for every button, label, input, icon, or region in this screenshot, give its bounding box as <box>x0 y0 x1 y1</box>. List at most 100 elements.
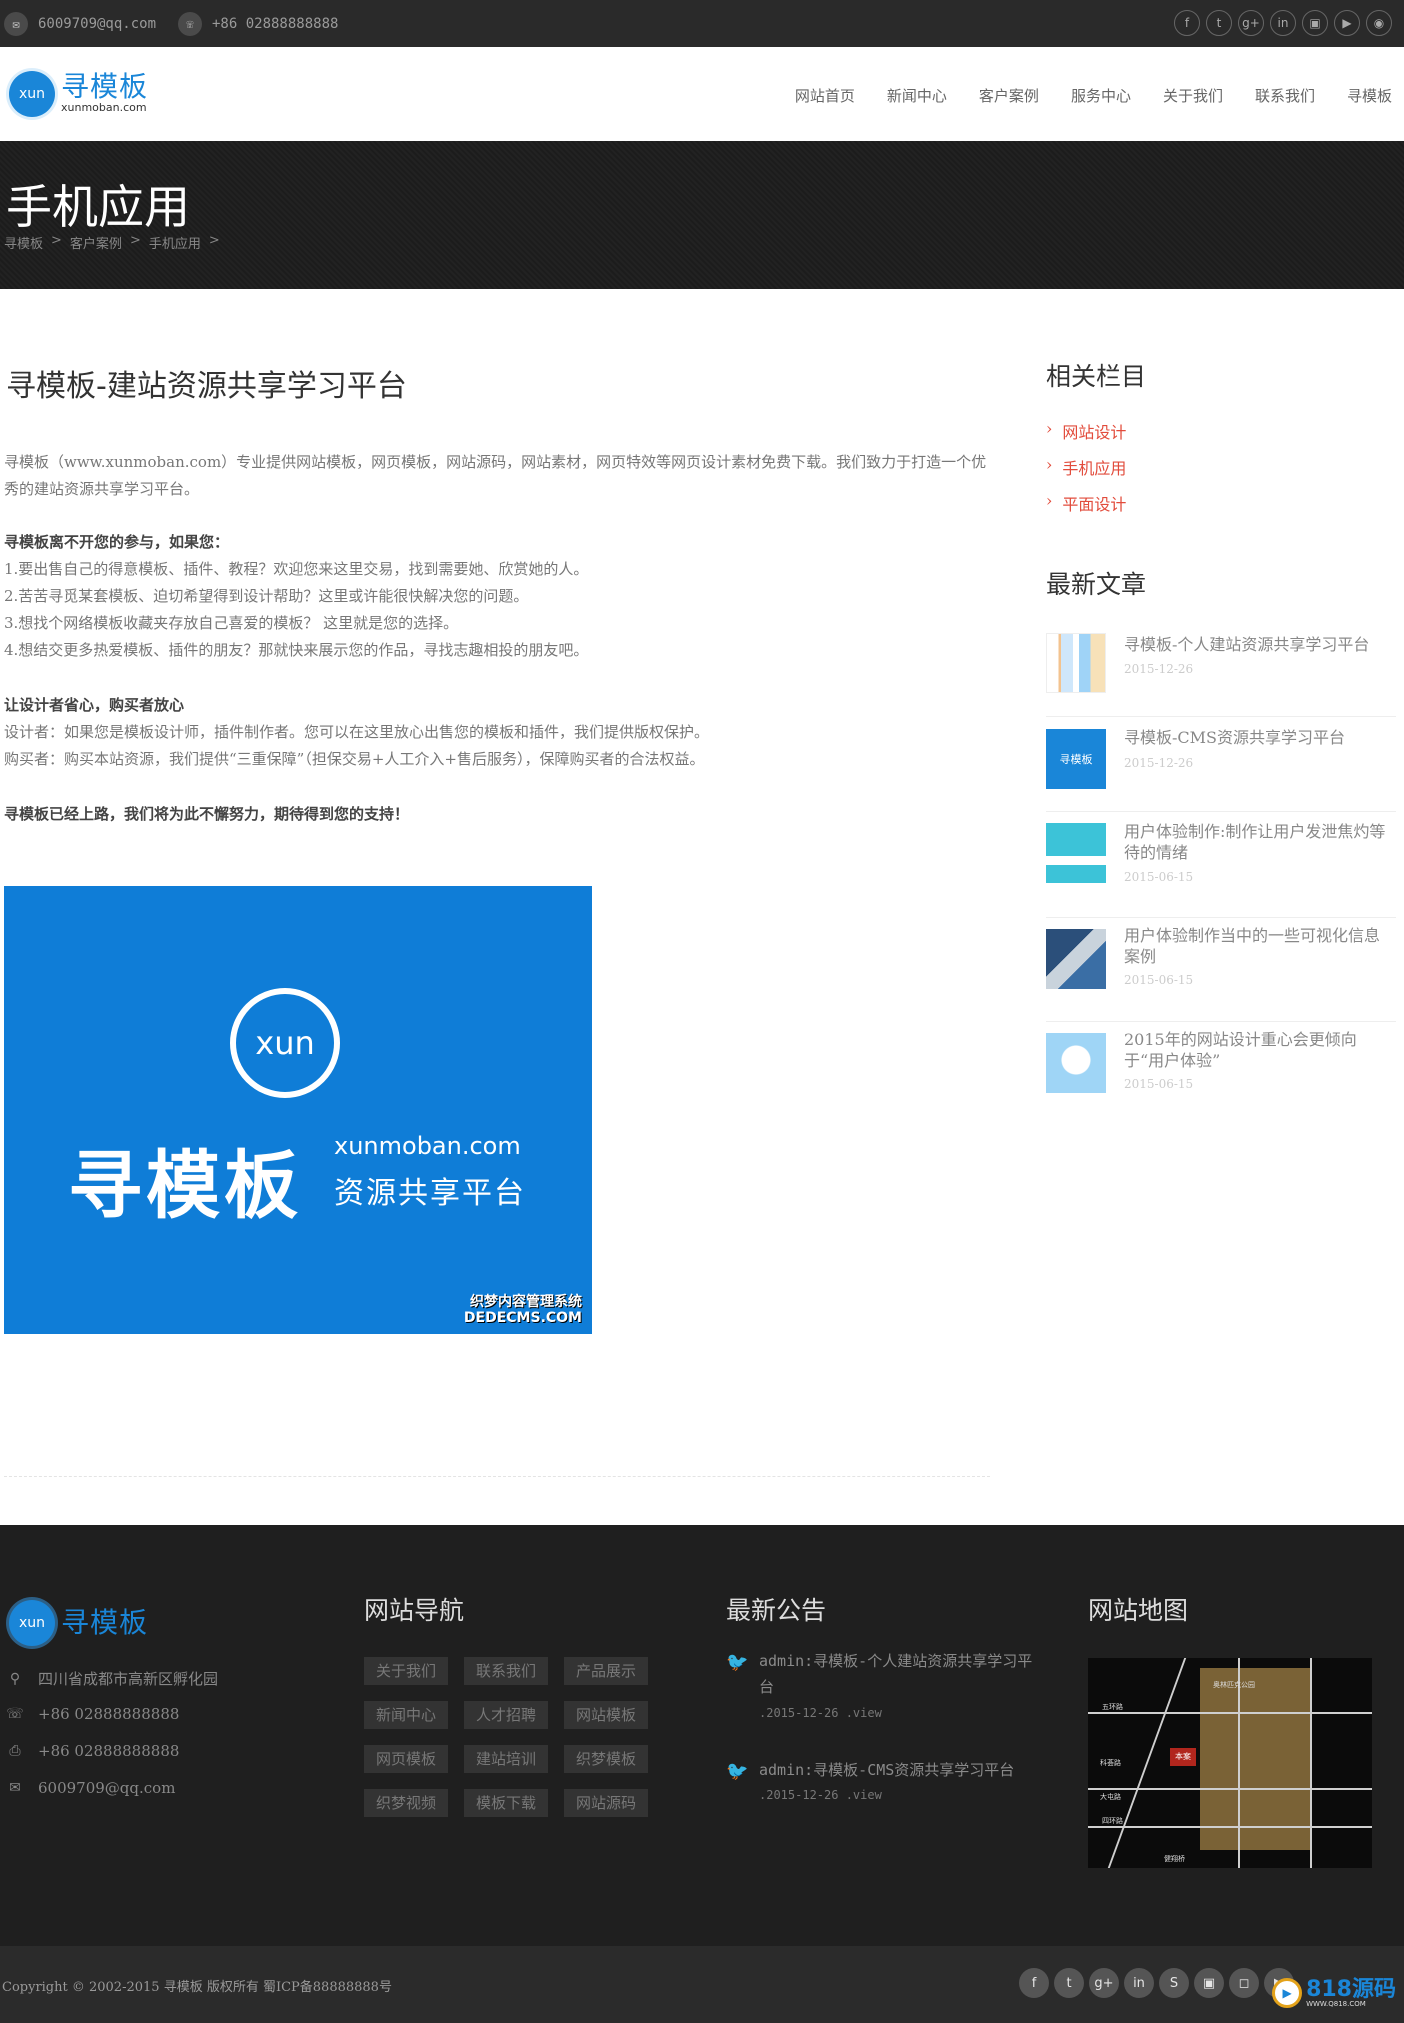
tag-site-templates[interactable]: 网站模板 <box>564 1701 649 1729</box>
category-mobile-apps[interactable]: › 手机应用 <box>1046 455 1126 479</box>
rss-icon[interactable]: ◉ <box>1366 10 1392 36</box>
facebook-icon[interactable]: f <box>1174 10 1200 36</box>
footer-logo-badge: xun <box>9 1600 55 1646</box>
tag-source-code[interactable]: 网站源码 <box>564 1789 649 1817</box>
chevron-right-icon: › <box>1046 491 1053 510</box>
section-2-item: 购买者：购买本站资源，我们提供“三重保障”（担保交易+人工介入+售后服务），保障… <box>4 750 705 768</box>
tag-web-templates[interactable]: 网页模板 <box>364 1745 449 1773</box>
bottom-bar: Copyright © 2002-2015 寻模板 版权所有 蜀ICP备8888… <box>0 1946 1404 2023</box>
skype-icon[interactable]: S <box>1159 1968 1189 1998</box>
nav-about[interactable]: 关于我们 <box>1163 85 1223 106</box>
flickr-icon[interactable]: ▣ <box>1194 1968 1224 1998</box>
category-graphic-design[interactable]: › 平面设计 <box>1046 491 1126 515</box>
tag-downloads[interactable]: 模板下载 <box>464 1789 549 1817</box>
footer-logo[interactable]: xun 寻模板 <box>9 1600 148 1646</box>
youtube-icon[interactable]: ▶ <box>1334 10 1360 36</box>
top-email[interactable]: ✉ 6009709@qq.com <box>4 12 156 36</box>
breadcrumb-separator: > <box>51 233 62 248</box>
envelope-icon: ✉ <box>9 1780 21 1796</box>
tag-news[interactable]: 新闻中心 <box>364 1701 449 1729</box>
article-section-2: 让设计者省心，购买者放心 设计者：如果您是模板设计师，插件制作者。您可以在这里放… <box>4 692 994 773</box>
breadcrumb-separator: > <box>208 233 220 248</box>
google-plus-icon[interactable]: g+ <box>1238 10 1264 36</box>
hero-text-cn: 寻模板 <box>68 1143 302 1229</box>
hero-logo-badge: xun <box>230 988 340 1098</box>
category-web-design[interactable]: › 网站设计 <box>1046 419 1126 443</box>
play-icon: ▶ <box>1272 1978 1303 2008</box>
breadcrumb-separator: > <box>129 233 141 248</box>
map-label: 大屯路 <box>1100 1793 1121 1801</box>
page-title: 手机应用 <box>6 180 190 234</box>
section-1-item: 2.苦苦寻觅某套模板、迫切希望得到设计帮助？这里或许能很快解决您的问题。 <box>4 587 529 605</box>
facebook-icon[interactable]: f <box>1019 1968 1049 1998</box>
map-location-pin: 本案 <box>1170 1748 1196 1766</box>
site-footer: xun 寻模板 ⚲ 四川省成都市高新区孵化园 ☏ +86 02888888888… <box>0 1525 1404 1946</box>
nav-xunmoban[interactable]: 寻模板 <box>1347 85 1392 106</box>
site-map-image[interactable]: 奥林匹克公园 五环路 科荟路 大屯路 四环路 健翔桥 本案 <box>1088 1658 1372 1868</box>
article-intro: 寻模板（www.xunmoban.com）专业提供网站模板，网页模板，网站源码，… <box>4 453 987 498</box>
twitter-icon[interactable]: t <box>1054 1968 1084 1998</box>
article-section-1: 寻模板离不开您的参与，如果您： 1.要出售自己的得意模板、插件、教程？欢迎您来这… <box>4 529 994 664</box>
site-logo[interactable]: xun 寻模板 xunmoban.com <box>9 71 148 117</box>
map-label: 科荟路 <box>1100 1759 1121 1767</box>
tag-products[interactable]: 产品展示 <box>564 1657 649 1685</box>
google-plus-icon[interactable]: g+ <box>1089 1968 1119 1998</box>
notice-item[interactable]: 🐦 admin:寻模板-CMS资源共享学习平台 .2015-12-26 .vie… <box>726 1757 1036 1817</box>
latest-post[interactable]: 寻模板 寻模板-CMS资源共享学习平台 2015-12-26 <box>1046 727 1396 812</box>
latest-post[interactable]: 2015年的网站设计重心会更倾向于“用户体验” 2015-06-15 <box>1046 1030 1396 1126</box>
flickr-icon[interactable]: ▣ <box>1302 10 1328 36</box>
article-image: xun 寻模板 xunmoban.com 资源共享平台 织梦内容管理系统 DED… <box>4 886 592 1334</box>
tag-jobs[interactable]: 人才招聘 <box>464 1701 549 1729</box>
instagram-icon[interactable]: ◻ <box>1229 1968 1259 1998</box>
twitter-icon[interactable]: t <box>1206 10 1232 36</box>
envelope-icon: ✉ <box>4 12 28 36</box>
post-thumbnail <box>1046 929 1106 989</box>
breadcrumb-cases[interactable]: 客户案例 <box>70 233 122 252</box>
map-label: 健翔桥 <box>1164 1855 1185 1863</box>
breadcrumb-current[interactable]: 手机应用 <box>149 233 201 252</box>
section-2-item: 设计者：如果您是模板设计师，插件制作者。您可以在这里放心出售您的模板和插件，我们… <box>4 723 710 741</box>
logo-text-en: xunmoban.com <box>61 101 147 115</box>
linkedin-icon[interactable]: in <box>1270 10 1296 36</box>
footer-address: ⚲ 四川省成都市高新区孵化园 <box>6 1668 218 1689</box>
breadcrumb-home[interactable]: 寻模板 <box>4 233 43 252</box>
section-1-item: 3.想找个网络模板收藏夹存放自己喜爱的模板？ 这里就是您的选择。 <box>4 614 459 632</box>
related-title: 相关栏目 <box>1046 362 1147 391</box>
tag-training[interactable]: 建站培训 <box>464 1745 549 1773</box>
footer-email: ✉ 6009709@qq.com <box>6 1779 175 1797</box>
nav-services[interactable]: 服务中心 <box>1071 85 1131 106</box>
site-header: xun 寻模板 xunmoban.com 网站首页 新闻中心 客户案例 服务中心… <box>0 47 1404 141</box>
nav-contact[interactable]: 联系我们 <box>1255 85 1315 106</box>
tag-about[interactable]: 关于我们 <box>364 1657 449 1685</box>
footer-fax: ⎙ +86 02888888888 <box>6 1742 179 1760</box>
tag-contact[interactable]: 联系我们 <box>464 1657 549 1685</box>
hero-subtitle: 资源共享平台 <box>334 1176 526 1211</box>
nav-cases[interactable]: 客户案例 <box>979 85 1039 106</box>
top-phone[interactable]: ☏ +86 02888888888 <box>178 12 338 36</box>
top-phone-text: +86 02888888888 <box>212 16 339 32</box>
map-label: 四环路 <box>1102 1817 1123 1825</box>
printer-icon: ⎙ <box>9 1743 21 1759</box>
hero-text-en: xunmoban.com <box>334 1132 521 1160</box>
logo-text-cn: 寻模板 <box>61 70 149 104</box>
latest-post[interactable]: 用户体验制作当中的一些可视化信息案例 2015-06-15 <box>1046 926 1396 1022</box>
section-2-title: 让设计者省心，购买者放心 <box>4 696 185 714</box>
tag-dede-templates[interactable]: 织梦模板 <box>564 1745 649 1773</box>
latest-post[interactable]: 寻模板-个人建站资源共享学习平台 2015-12-26 <box>1046 630 1396 717</box>
post-thumbnail <box>1046 633 1106 693</box>
footer-notice-title: 最新公告 <box>726 1596 827 1625</box>
chevron-right-icon: › <box>1046 419 1053 438</box>
notice-item[interactable]: 🐦 admin:寻模板-个人建站资源共享学习平台 .2015-12-26 .vi… <box>726 1648 1036 1738</box>
map-marker-icon: ⚲ <box>9 1670 21 1687</box>
twitter-icon: 🐦 <box>726 1761 749 1782</box>
twitter-icon: 🐦 <box>726 1652 749 1673</box>
linkedin-icon[interactable]: in <box>1124 1968 1154 1998</box>
phone-icon: ☏ <box>6 1706 24 1722</box>
top-bar: ✉ 6009709@qq.com ☏ +86 02888888888 f t g… <box>0 0 1404 47</box>
nav-news[interactable]: 新闻中心 <box>887 85 947 106</box>
latest-post[interactable]: 用户体验制作:制作让用户发泄焦灼等待的情绪 2015-06-15 <box>1046 822 1396 918</box>
copyright-text: Copyright © 2002-2015 寻模板 版权所有 蜀ICP备8888… <box>2 1980 392 1995</box>
nav-home[interactable]: 网站首页 <box>795 85 855 106</box>
top-email-text: 6009709@qq.com <box>38 16 157 32</box>
tag-dede-videos[interactable]: 织梦视频 <box>364 1789 449 1817</box>
